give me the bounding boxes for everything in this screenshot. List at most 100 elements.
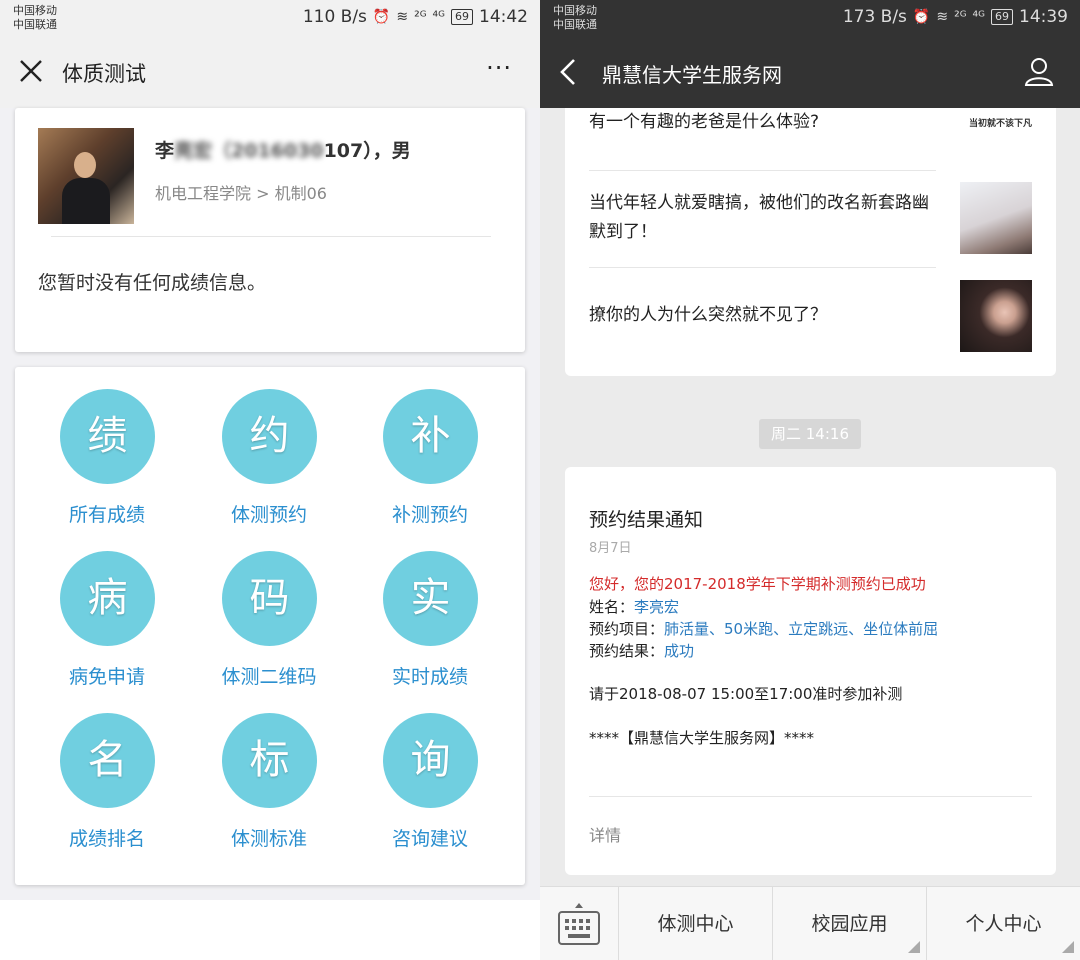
clock: 14:42 xyxy=(479,7,528,27)
menu-label: 成绩排名 xyxy=(68,828,145,850)
news-title: 当代年轻人就爱瞎搞，被他们的改名新套路幽默到了！ xyxy=(589,193,929,242)
news-thumbnail xyxy=(960,182,1032,254)
menu-qr-code[interactable]: 码体测二维码 xyxy=(189,529,349,691)
sick-icon: 病 xyxy=(60,551,155,646)
signal-4g-icon: ⁴ᴳ xyxy=(432,9,445,25)
student-name: 李亮宏（2016030107），男 xyxy=(155,136,411,163)
no-grades-message: 您暂时没有任何成绩信息。 xyxy=(38,272,267,294)
menu-consult[interactable]: 询咨询建议 xyxy=(350,691,510,853)
battery-icon: 69 xyxy=(451,9,473,25)
menu-label: 补测预约 xyxy=(391,504,468,526)
news-item[interactable]: 当代年轻人就爱瞎搞，被他们的改名新套路幽默到了！ xyxy=(589,182,1032,254)
nav-fitness-center[interactable]: 体测中心 xyxy=(619,887,773,960)
items-value: 肺活量、50米跑、立定跳远、坐位体前屈 xyxy=(664,620,939,638)
notification-greeting: 您好，您的2017-2018学年下学期补测预约已成功 xyxy=(589,575,926,593)
result-label: 预约结果： xyxy=(589,642,665,660)
menu-all-grades[interactable]: 绩所有成绩 xyxy=(27,367,187,529)
wifi-icon: ≋ xyxy=(936,9,949,25)
network-speed: 110 B/s xyxy=(302,7,367,27)
alarm-icon: ⏰ xyxy=(912,9,931,25)
carrier-2: 中国联通 xyxy=(13,18,57,31)
alarm-icon: ⏰ xyxy=(372,9,391,25)
avatar xyxy=(38,128,134,224)
divider xyxy=(589,796,1032,797)
nav-personal-center[interactable]: 个人中心 xyxy=(927,887,1080,960)
news-title: 有一个有趣的老爸是什么体验? xyxy=(589,112,820,132)
detail-link[interactable]: 详情 xyxy=(589,822,621,846)
menu-grid: 绩所有成绩 约体测预约 补补测预约 病病免申请 码体测二维码 实实时成绩 名成绩… xyxy=(15,367,525,885)
student-department: 机电工程学院 > 机制06 xyxy=(155,184,327,203)
result-value: 成功 xyxy=(664,642,695,660)
notification-name-row: 姓名：李亮宏 xyxy=(589,596,679,617)
menu-standards[interactable]: 标体测标准 xyxy=(189,691,349,853)
carrier-names: 中国移动 中国联通 xyxy=(553,4,597,32)
menu-sick-exemption[interactable]: 病病免申请 xyxy=(27,529,187,691)
news-title: 撩你的人为什么突然就不见了？ xyxy=(589,305,827,325)
wifi-icon: ≋ xyxy=(396,9,409,25)
items-label: 预约项目： xyxy=(589,620,665,638)
battery-icon: 69 xyxy=(991,9,1013,25)
status-bar: 中国移动 中国联通 110 B/s ⏰ ≋ ²ᴳ ⁴ᴳ 69 14:42 xyxy=(0,0,540,36)
carrier-1: 中国移动 xyxy=(553,4,597,17)
menu-label: 体测标准 xyxy=(230,828,307,850)
menu-label: 实时成绩 xyxy=(391,666,468,688)
menu-label: 咨询建议 xyxy=(391,828,468,850)
menu-label: 体测二维码 xyxy=(221,666,317,688)
divider xyxy=(589,267,936,268)
retest-icon: 补 xyxy=(383,389,478,484)
clock: 14:39 xyxy=(1019,7,1068,27)
news-thumb-caption: 当初就不该下凡 xyxy=(968,119,1032,129)
consult-icon: 询 xyxy=(383,713,478,808)
name-hidden: 亮宏（2016030 xyxy=(174,140,324,162)
news-item[interactable]: 撩你的人为什么突然就不见了？ xyxy=(589,280,1032,352)
bottom-nav: 体测中心 校园应用 个人中心 xyxy=(540,886,1080,960)
title-bar: 体质测试 ··· xyxy=(0,36,540,108)
name-prefix: 李 xyxy=(155,140,175,162)
name-label: 姓名： xyxy=(589,598,635,616)
more-menu-icon[interactable]: ··· xyxy=(486,54,512,82)
notification-result-row: 预约结果：成功 xyxy=(589,640,694,661)
notification-card: 预约结果通知 8月7日 您好，您的2017-2018学年下学期补测预约已成功 姓… xyxy=(565,467,1056,875)
divider xyxy=(51,236,491,237)
notification-date: 8月7日 xyxy=(589,541,632,556)
nav-campus-apps[interactable]: 校园应用 xyxy=(773,887,927,960)
name-suffix: 107），男 xyxy=(323,140,411,162)
network-speed: 173 B/s xyxy=(842,7,907,27)
signal-2g-icon: ²ᴳ xyxy=(954,9,967,25)
news-card: 有一个有趣的老爸是什么体验? 当初就不该下凡 当代年轻人就爱瞎搞，被他们的改名新… xyxy=(565,96,1056,376)
right-screen: 中国移动 中国联通 173 B/s ⏰ ≋ ²ᴳ ⁴ᴳ 69 14:39 有一个… xyxy=(540,0,1080,960)
back-icon[interactable] xyxy=(558,58,578,86)
notification-instruction: 请于2018-08-07 15:00至17:00准时参加补测 xyxy=(589,685,903,703)
ranking-icon: 名 xyxy=(60,713,155,808)
submenu-indicator-icon xyxy=(908,941,920,953)
signal-4g-icon: ⁴ᴳ xyxy=(972,9,985,25)
news-thumbnail xyxy=(960,280,1032,352)
nav-label: 体测中心 xyxy=(657,913,734,935)
menu-test-booking[interactable]: 约体测预约 xyxy=(189,367,349,529)
standards-icon: 标 xyxy=(222,713,317,808)
left-screen: 中国移动 中国联通 110 B/s ⏰ ≋ ²ᴳ ⁴ᴳ 69 14:42 体质测… xyxy=(0,0,540,960)
notification-signature: ****【鼎慧信大学生服务网】**** xyxy=(589,729,815,747)
keyboard-button[interactable] xyxy=(540,887,619,960)
submenu-indicator-icon xyxy=(1062,941,1074,953)
page-title: 体质测试 xyxy=(62,62,146,86)
menu-ranking[interactable]: 名成绩排名 xyxy=(27,691,187,853)
signal-2g-icon: ²ᴳ xyxy=(414,9,427,25)
news-item[interactable]: 有一个有趣的老爸是什么体验? xyxy=(589,108,1032,148)
carrier-1: 中国移动 xyxy=(13,4,57,17)
notification-items-row: 预约项目：肺活量、50米跑、立定跳远、坐位体前屈 xyxy=(589,618,938,639)
qr-code-icon: 码 xyxy=(222,551,317,646)
carrier-2: 中国联通 xyxy=(553,18,597,31)
app-header: 鼎慧信大学生服务网 xyxy=(540,36,1080,108)
time-badge: 周二 14:16 xyxy=(759,419,861,449)
close-icon[interactable] xyxy=(18,58,44,84)
status-right: 173 B/s ⏰ ≋ ²ᴳ ⁴ᴳ 69 14:39 xyxy=(843,7,1068,27)
user-icon[interactable] xyxy=(1024,56,1054,86)
menu-label: 病免申请 xyxy=(68,666,145,688)
live-grades-icon: 实 xyxy=(383,551,478,646)
booking-icon: 约 xyxy=(222,389,317,484)
nav-label: 校园应用 xyxy=(811,913,888,935)
profile-card: 李亮宏（2016030107），男 机电工程学院 > 机制06 您暂时没有任何成… xyxy=(15,108,525,352)
menu-live-grades[interactable]: 实实时成绩 xyxy=(350,529,510,691)
menu-retest-booking[interactable]: 补补测预约 xyxy=(350,367,510,529)
